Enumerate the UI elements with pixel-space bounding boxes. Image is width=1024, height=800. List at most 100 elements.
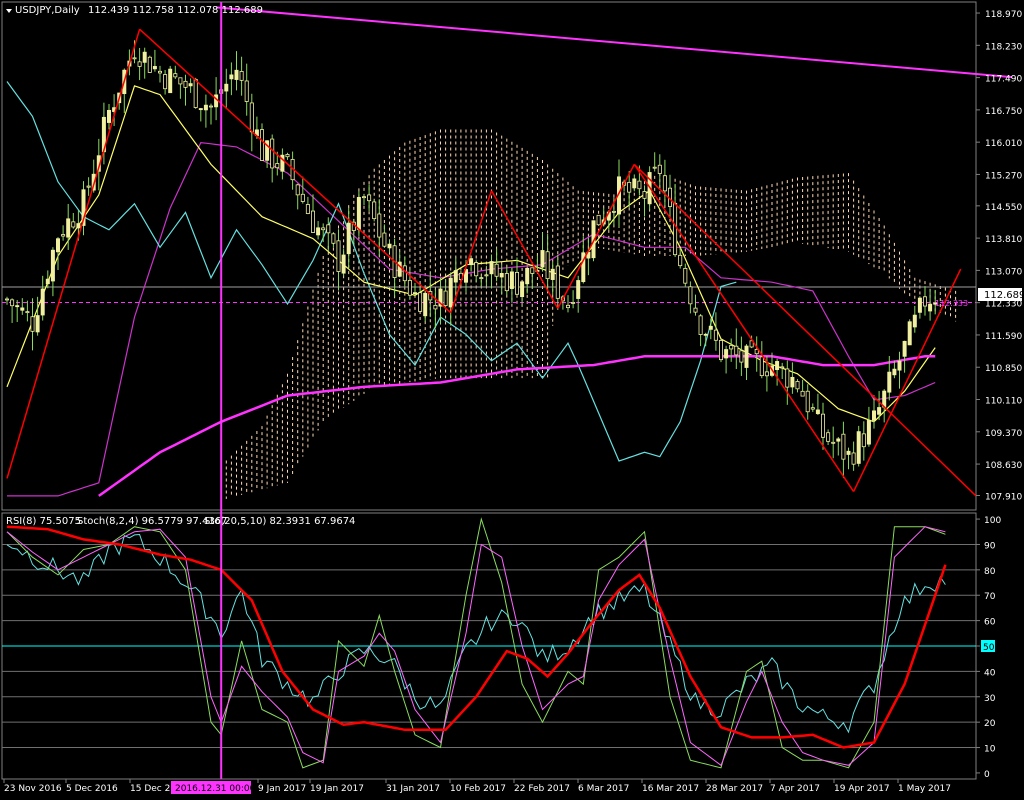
candle-bear [713,329,718,341]
candle-bear [193,79,198,108]
price-tick-label: 110.110 [985,397,1022,407]
candle-bull [815,409,820,415]
line-label: 112.333 [935,299,968,308]
price-tick-label: 116.010 [985,139,1022,149]
candle-bear [25,311,30,314]
date-tick-label: 1 May 2017 [898,784,951,794]
indicator-tick-label: 70 [984,592,996,602]
candle-bear [821,413,826,438]
candle-bull [703,333,708,336]
candle-bear [61,234,66,237]
candle-bull [632,178,637,189]
ohlc-label: 112.439 112.758 112.078 112.689 [88,5,263,16]
candle-bear [861,433,866,448]
candle-bull [387,243,392,249]
candle-bull [499,273,504,278]
candle-bear [418,292,423,312]
indicator-tick-label: 90 [984,541,996,551]
candle-bear [239,71,244,81]
candle-bull [708,325,713,330]
price-tick-label: 118.970 [985,10,1022,20]
candle-bear [147,56,152,73]
candle-bull [775,361,780,371]
candle-bull [866,420,871,445]
price-tick-label: 112.330 [985,300,1022,310]
candle-bear [611,210,616,213]
candle-bear [300,193,305,202]
chart-background [0,0,1024,800]
candle-bull [892,368,897,376]
price-tick-label: 117.490 [985,75,1022,85]
candle-bull [877,407,882,415]
candle-bear [183,80,188,88]
candle-bull [928,303,933,312]
rsi-label: RSI(8) 75.5075 [6,516,81,527]
candle-bear [678,254,683,267]
price-tick-label: 113.070 [985,267,1022,277]
candle-bear [759,356,764,377]
candle-bear [372,201,377,220]
date-tick-label: 10 Feb 2017 [450,784,506,794]
candle-bear [474,262,479,277]
candle-bear [652,166,657,169]
candle-bear [566,304,571,309]
candle-bear [285,154,290,158]
candle-bear [71,221,76,228]
candle-bull [520,281,525,298]
candle-bear [851,452,856,465]
candle-bear [530,267,535,274]
candle-bull [917,297,922,313]
date-tick-label: 15 Dec 20 [130,784,176,794]
candle-bear [545,251,550,280]
candle-bear [923,296,928,307]
candle-bull [489,261,494,275]
candle-bear [132,57,137,60]
indicator-tick-label: 60 [984,618,996,628]
chart-canvas: 118.970 118.230 117.490 116.750 116.010 115.2… [0,0,1024,800]
candle-bull [50,249,55,282]
candle-bull [550,268,555,280]
candle-bear [698,315,703,335]
candle-bear [800,390,805,397]
candle-bear [10,299,15,307]
candle-bull [198,108,203,111]
candle-bear [157,70,162,74]
candle-bear [402,265,407,282]
candle-bear [831,441,836,444]
candle-bull [509,271,514,289]
candle-bear [259,129,264,161]
candle-bear [367,194,372,202]
candle-bull [56,238,61,253]
candle-bull [107,109,112,123]
candle-bear [627,181,632,193]
candle-bull [724,349,729,359]
candle-bull [576,280,581,299]
price-tick-label: 107.910 [985,492,1022,502]
candle-bear [734,345,739,356]
candle-bull [540,250,545,268]
candle-bear [326,224,331,234]
candle-bear [178,77,183,85]
candle-bear [571,302,576,304]
date-tick-label: 9 Jan 2017 [258,784,306,794]
candle-bear [270,138,275,169]
candle-bear [688,286,693,305]
candle-bear [479,277,484,280]
candle-bull [188,83,193,87]
candle-bull [469,258,474,266]
indicator-tick-label: 100 [984,516,1001,526]
candle-bear [515,271,520,295]
indicator-tick-label: 80 [984,567,996,577]
candle-bull [20,307,25,311]
indicator-tick-label: 10 [984,745,996,755]
symbol-label: USDJPY,Daily [15,5,80,16]
candle-bear [693,307,698,313]
price-tick-label: 111.590 [985,332,1022,342]
price-tick-label: 114.550 [985,203,1022,213]
candle-bear [596,214,601,226]
candle-bull [224,83,229,92]
candle-bear [785,368,790,388]
candle-bull [152,66,157,70]
candle-bear [795,381,800,390]
candle-bull [203,104,208,111]
